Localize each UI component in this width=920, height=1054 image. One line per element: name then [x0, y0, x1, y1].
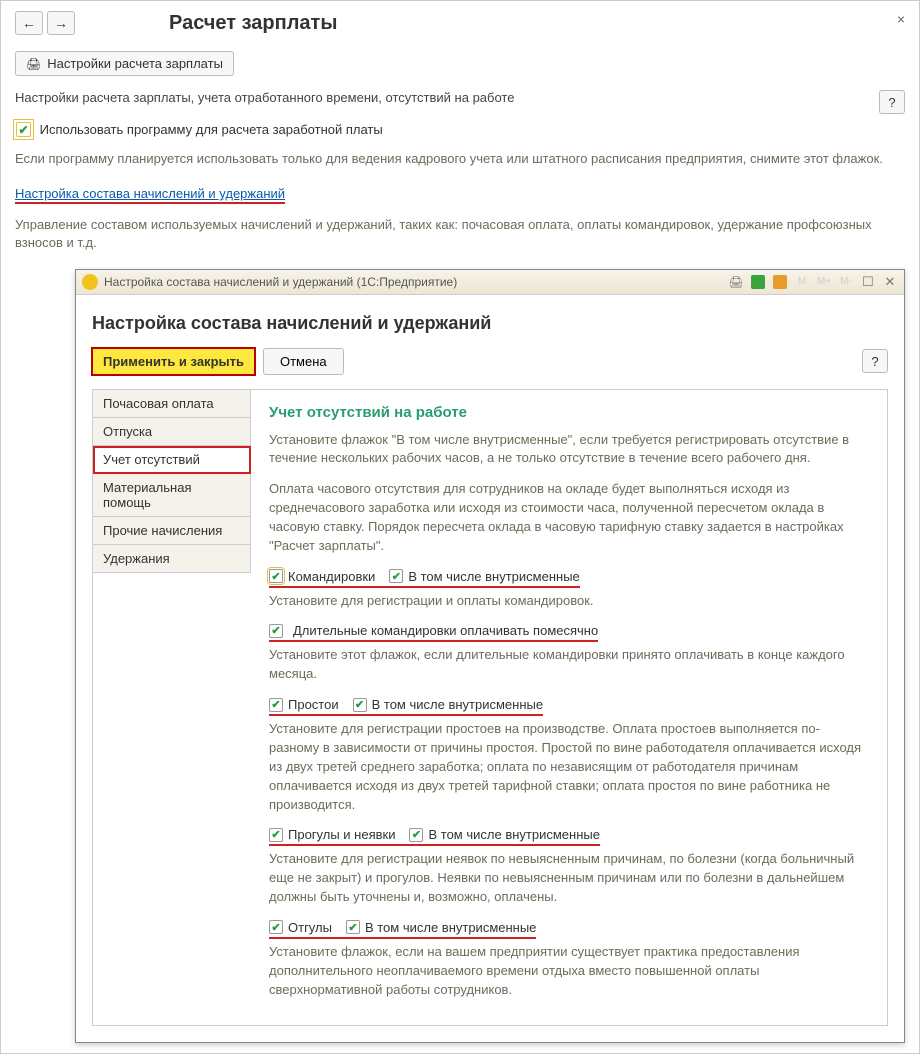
app-1c-icon — [82, 274, 98, 290]
tab-pane-absences: Учет отсутствий на работе Установите фла… — [251, 390, 887, 1026]
composition-desc: Управление составом используемых начисле… — [15, 216, 905, 252]
dialog-help-button[interactable]: ? — [862, 349, 888, 373]
pane-intro2: Оплата часового отсутствия для сотрудник… — [269, 480, 869, 555]
nav-forward-button[interactable]: → — [47, 11, 75, 35]
long-trips-checkbox[interactable] — [269, 624, 283, 638]
tab-vacations[interactable]: Отпуска — [93, 418, 251, 446]
idle-checkbox[interactable] — [269, 698, 283, 712]
long-trips-desc: Установите этот флажок, если длительные … — [269, 646, 869, 684]
page-title: Расчет зарплаты — [169, 12, 337, 35]
trips-desc: Установите для регистрации и оплаты кома… — [269, 592, 869, 611]
dialog-titlebar: Настройка состава начислений и удержаний… — [76, 270, 904, 295]
idle-desc: Установите для регистрации простоев на п… — [269, 720, 869, 814]
trips-label: Командировки — [288, 569, 375, 584]
long-trips-label: Длительные командировки оплачивать помес… — [293, 623, 598, 638]
titlebar-print-icon[interactable] — [728, 274, 744, 290]
cancel-button[interactable]: Отмена — [263, 348, 344, 375]
trips-checkbox[interactable] — [269, 569, 283, 583]
settings-salary-label: Настройки расчета зарплаты — [47, 56, 223, 71]
composition-dialog: Настройка состава начислений и удержаний… — [75, 269, 905, 1044]
dayoff-intra-checkbox[interactable] — [346, 920, 360, 934]
side-tabs: Почасовая оплата Отпуска Учет отсутствий… — [93, 390, 251, 1026]
settings-salary-button[interactable]: Настройки расчета зарплаты — [15, 51, 234, 76]
dialog-title: Настройка состава начислений и удержаний — [92, 313, 888, 334]
absent-checkbox[interactable] — [269, 828, 283, 842]
printer-icon — [26, 56, 41, 71]
titlebar-m3-icon[interactable]: M- — [838, 274, 854, 290]
absent-label: Прогулы и неявки — [288, 827, 395, 842]
trips-intra-label: В том числе внутрисменные — [408, 569, 579, 584]
idle-intra-checkbox[interactable] — [353, 698, 367, 712]
pane-title: Учет отсутствий на работе — [269, 404, 869, 421]
arrow-right-icon: → — [54, 15, 68, 31]
subtitle: Настройки расчета зарплаты, учета отрабо… — [15, 90, 905, 105]
nav-back-button[interactable]: ← — [15, 11, 43, 35]
tab-material-aid[interactable]: Материальная помощь — [93, 474, 251, 517]
tab-deductions[interactable]: Удержания — [93, 545, 251, 573]
use-program-desc: Если программу планируется использовать … — [15, 150, 905, 168]
dayoff-checkbox[interactable] — [269, 920, 283, 934]
dayoff-desc: Установите флажок, если на вашем предпри… — [269, 943, 869, 1000]
idle-label: Простои — [288, 697, 339, 712]
absent-desc: Установите для регистрации неявок по нев… — [269, 850, 869, 907]
arrow-left-icon: ← — [22, 15, 36, 31]
apply-close-button[interactable]: Применить и закрыть — [92, 348, 255, 375]
close-icon[interactable]: × — [897, 11, 905, 27]
titlebar-maximize-icon[interactable]: ☐ — [860, 274, 876, 290]
titlebar-m1-icon[interactable]: M — [794, 274, 810, 290]
titlebar-m2-icon[interactable]: M+ — [816, 274, 832, 290]
tab-other-accruals[interactable]: Прочие начисления — [93, 517, 251, 545]
use-program-checkbox[interactable] — [16, 122, 31, 137]
help-button[interactable]: ? — [879, 90, 905, 114]
idle-intra-label: В том числе внутрисменные — [372, 697, 543, 712]
use-program-label: Использовать программу для расчета зараб… — [40, 122, 383, 137]
titlebar-calendar-icon[interactable] — [772, 274, 788, 290]
titlebar-calc-icon[interactable] — [750, 274, 766, 290]
pane-intro: Установите флажок "В том числе внутрисме… — [269, 431, 869, 469]
dayoff-label: Отгулы — [288, 920, 332, 935]
dialog-titlebar-text: Настройка состава начислений и удержаний… — [104, 275, 457, 289]
dayoff-intra-label: В том числе внутрисменные — [365, 920, 536, 935]
absent-intra-checkbox[interactable] — [409, 828, 423, 842]
titlebar-close-icon[interactable]: ✕ — [882, 274, 898, 290]
tab-hourly[interactable]: Почасовая оплата — [93, 390, 251, 418]
tab-absences[interactable]: Учет отсутствий — [93, 446, 251, 474]
composition-settings-link[interactable]: Настройка состава начислений и удержаний — [15, 186, 285, 204]
trips-intra-checkbox[interactable] — [389, 569, 403, 583]
absent-intra-label: В том числе внутрисменные — [428, 827, 599, 842]
